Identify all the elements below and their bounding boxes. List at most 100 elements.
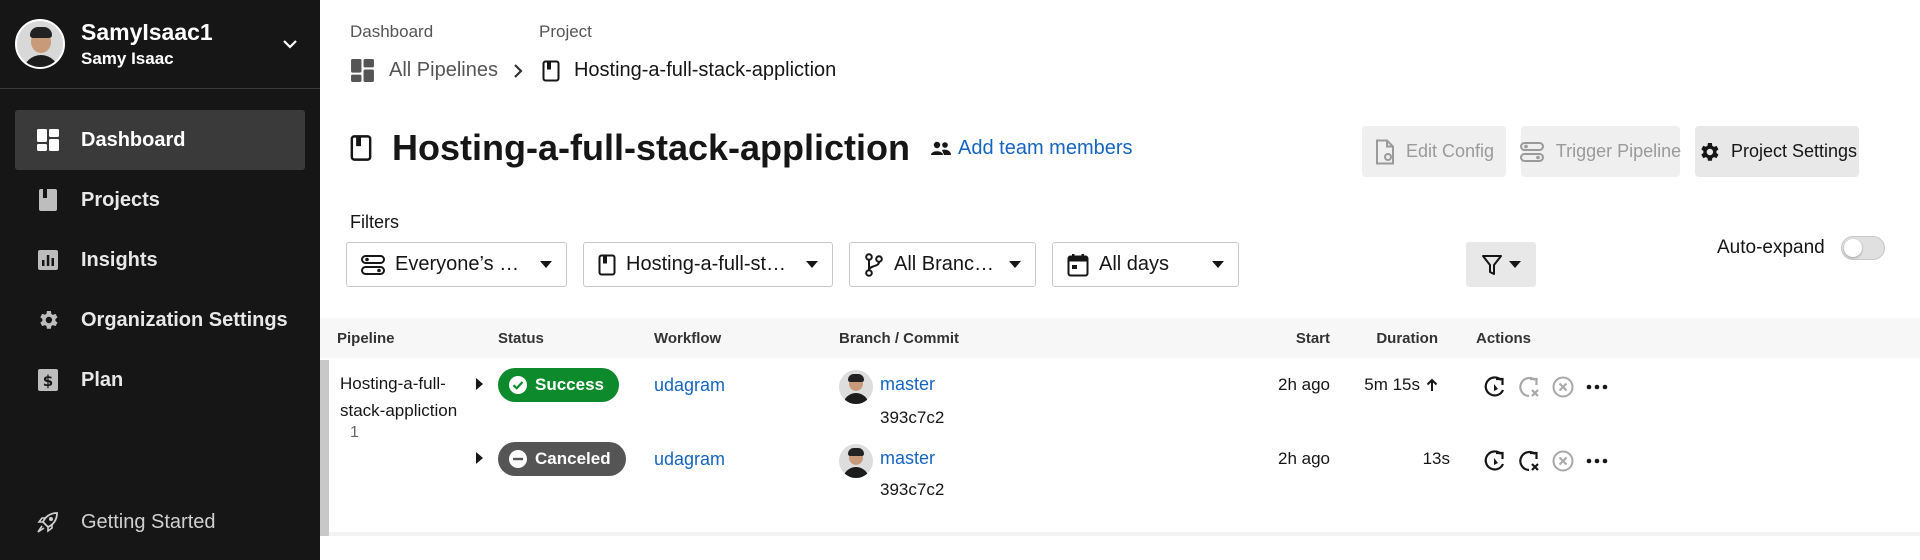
avatar xyxy=(839,444,873,478)
workflow-link[interactable]: udagram xyxy=(654,449,725,470)
table-header: Pipeline Status Workflow Branch / Commit… xyxy=(320,318,1920,358)
advanced-filter-button[interactable] xyxy=(1466,242,1536,287)
status-badge[interactable]: Canceled xyxy=(498,442,626,476)
avatar xyxy=(839,370,873,404)
user-name: Samy Isaac xyxy=(81,49,174,68)
days-filter[interactable]: All days xyxy=(1052,242,1239,287)
dashboard-icon xyxy=(35,127,61,153)
insights-icon xyxy=(35,247,61,273)
branch-link[interactable]: master xyxy=(880,448,935,469)
project-filter-value: Hosting-a-full-stack-a... xyxy=(626,253,794,275)
sidebar-item-dashboard[interactable]: Dashboard xyxy=(15,110,305,170)
duration: 13s xyxy=(1423,449,1450,469)
workflow-row: Canceled udagram master 393c7c2 2h ago 1… xyxy=(320,432,1920,499)
rocket-icon xyxy=(35,509,61,535)
caret-down-icon xyxy=(1009,261,1021,268)
branches-filter[interactable]: All Branches xyxy=(849,242,1036,287)
people-icon xyxy=(930,140,958,156)
caret-down-icon xyxy=(1212,261,1224,268)
more-icon[interactable] xyxy=(1580,444,1614,478)
check-circle-icon xyxy=(508,375,535,395)
add-team-members-label: Add team members xyxy=(958,136,1133,159)
arrow-up-icon xyxy=(1420,378,1438,392)
sidebar-item-label: Organization Settings xyxy=(81,308,288,331)
caret-down-icon xyxy=(806,261,818,268)
rerun-icon[interactable] xyxy=(1478,370,1512,404)
dollar-icon: $ xyxy=(35,367,61,393)
chevron-down-icon[interactable] xyxy=(280,34,300,54)
breadcrumb-top-dashboard: Dashboard xyxy=(350,22,434,41)
caret-down-icon xyxy=(1509,261,1521,268)
filters-label: Filters xyxy=(350,212,399,232)
book-icon xyxy=(598,254,616,276)
status-badge[interactable]: Success xyxy=(498,368,619,402)
auto-expand-toggle[interactable] xyxy=(1840,236,1885,260)
branch-icon xyxy=(864,252,884,277)
expand-caret-icon[interactable] xyxy=(476,378,483,390)
project-settings-label: Project Settings xyxy=(1730,141,1858,161)
workflow-link[interactable]: udagram xyxy=(654,375,725,396)
column-actions: Actions xyxy=(1476,330,1532,347)
rerun-icon[interactable] xyxy=(1478,444,1512,478)
add-team-members-link[interactable]: Add team members xyxy=(930,137,1133,160)
sidebar: SamyIsaac1 Samy Isaac Dashboard Projects xyxy=(0,0,320,560)
project-filter[interactable]: Hosting-a-full-stack-a... xyxy=(583,242,833,287)
chevron-right-icon xyxy=(512,63,524,79)
workflow-row: Success udagram master 393c7c2 2h ago 5m… xyxy=(320,358,1920,427)
gear-icon xyxy=(1697,140,1731,164)
sidebar-item-plan[interactable]: $ Plan xyxy=(15,350,305,410)
rerun-failed-icon[interactable] xyxy=(1512,444,1546,478)
auto-expand: Auto-expand xyxy=(1717,236,1885,260)
breadcrumb-project[interactable]: Hosting-a-full-stack-appliction xyxy=(574,59,836,82)
book-icon xyxy=(542,60,560,82)
filter-icon xyxy=(1481,253,1503,277)
column-workflow: Workflow xyxy=(654,330,722,347)
start-time: 2h ago xyxy=(1278,375,1330,394)
trigger-pipeline-button[interactable]: Trigger Pipeline xyxy=(1519,126,1682,177)
breadcrumb-all-pipelines[interactable]: All Pipelines xyxy=(389,59,498,82)
pipeline-icon xyxy=(361,254,385,276)
cancel-icon[interactable] xyxy=(1546,444,1580,478)
row-actions xyxy=(1478,444,1614,478)
pipelines-filter[interactable]: Everyone’s Pipelines xyxy=(346,242,567,287)
sidebar-item-label: Dashboard xyxy=(81,128,186,151)
duration-value: 5m 15s xyxy=(1364,375,1420,394)
page-title: Hosting-a-full-stack-appliction xyxy=(392,127,911,168)
pipeline-row: Hosting-a-full-stack-appliction 1 Succes… xyxy=(320,358,1920,536)
sidebar-item-label: Insights xyxy=(81,248,158,271)
sidebar-item-projects[interactable]: Projects xyxy=(15,170,305,230)
project-settings-button[interactable]: Project Settings xyxy=(1695,126,1859,177)
sidebar-item-organization-settings[interactable]: Organization Settings xyxy=(15,290,305,350)
commit-hash[interactable]: 393c7c2 xyxy=(880,480,944,500)
user-handle: SamyIsaac1 xyxy=(81,19,213,45)
status-label: Success xyxy=(535,375,604,394)
days-filter-value: All days xyxy=(1099,253,1170,275)
avatar xyxy=(15,19,65,69)
column-start: Start xyxy=(1295,330,1330,347)
pipeline-icon xyxy=(1519,141,1554,163)
column-duration: Duration xyxy=(1376,330,1438,347)
user-menu[interactable]: SamyIsaac1 Samy Isaac xyxy=(0,0,320,89)
start-time: 2h ago xyxy=(1278,449,1330,468)
dashboard-icon xyxy=(350,58,375,83)
column-status: Status xyxy=(498,330,544,347)
branch-link[interactable]: master xyxy=(880,374,935,395)
edit-config-button[interactable]: Edit Config xyxy=(1362,126,1506,177)
cancel-icon[interactable] xyxy=(1546,370,1580,404)
column-pipeline: Pipeline xyxy=(337,330,395,347)
breadcrumb: All Pipelines Hosting-a-full-stack-appli… xyxy=(350,58,836,83)
getting-started-label: Getting Started xyxy=(81,510,216,533)
rerun-failed-icon[interactable] xyxy=(1512,370,1546,404)
branches-filter-value: All Branches xyxy=(894,253,997,275)
minus-circle-icon xyxy=(508,449,535,469)
sidebar-item-insights[interactable]: Insights xyxy=(15,230,305,290)
sidebar-item-label: Projects xyxy=(81,188,160,211)
more-icon[interactable] xyxy=(1580,370,1614,404)
main-content: Dashboard Project All Pipelines Hosting-… xyxy=(320,0,1920,560)
expand-caret-icon[interactable] xyxy=(476,452,483,464)
commit-hash[interactable]: 393c7c2 xyxy=(880,408,944,428)
calendar-icon xyxy=(1067,253,1089,277)
caret-down-icon xyxy=(540,261,552,268)
trigger-pipeline-label: Trigger Pipeline xyxy=(1555,141,1682,161)
getting-started-link[interactable]: Getting Started xyxy=(15,494,305,550)
